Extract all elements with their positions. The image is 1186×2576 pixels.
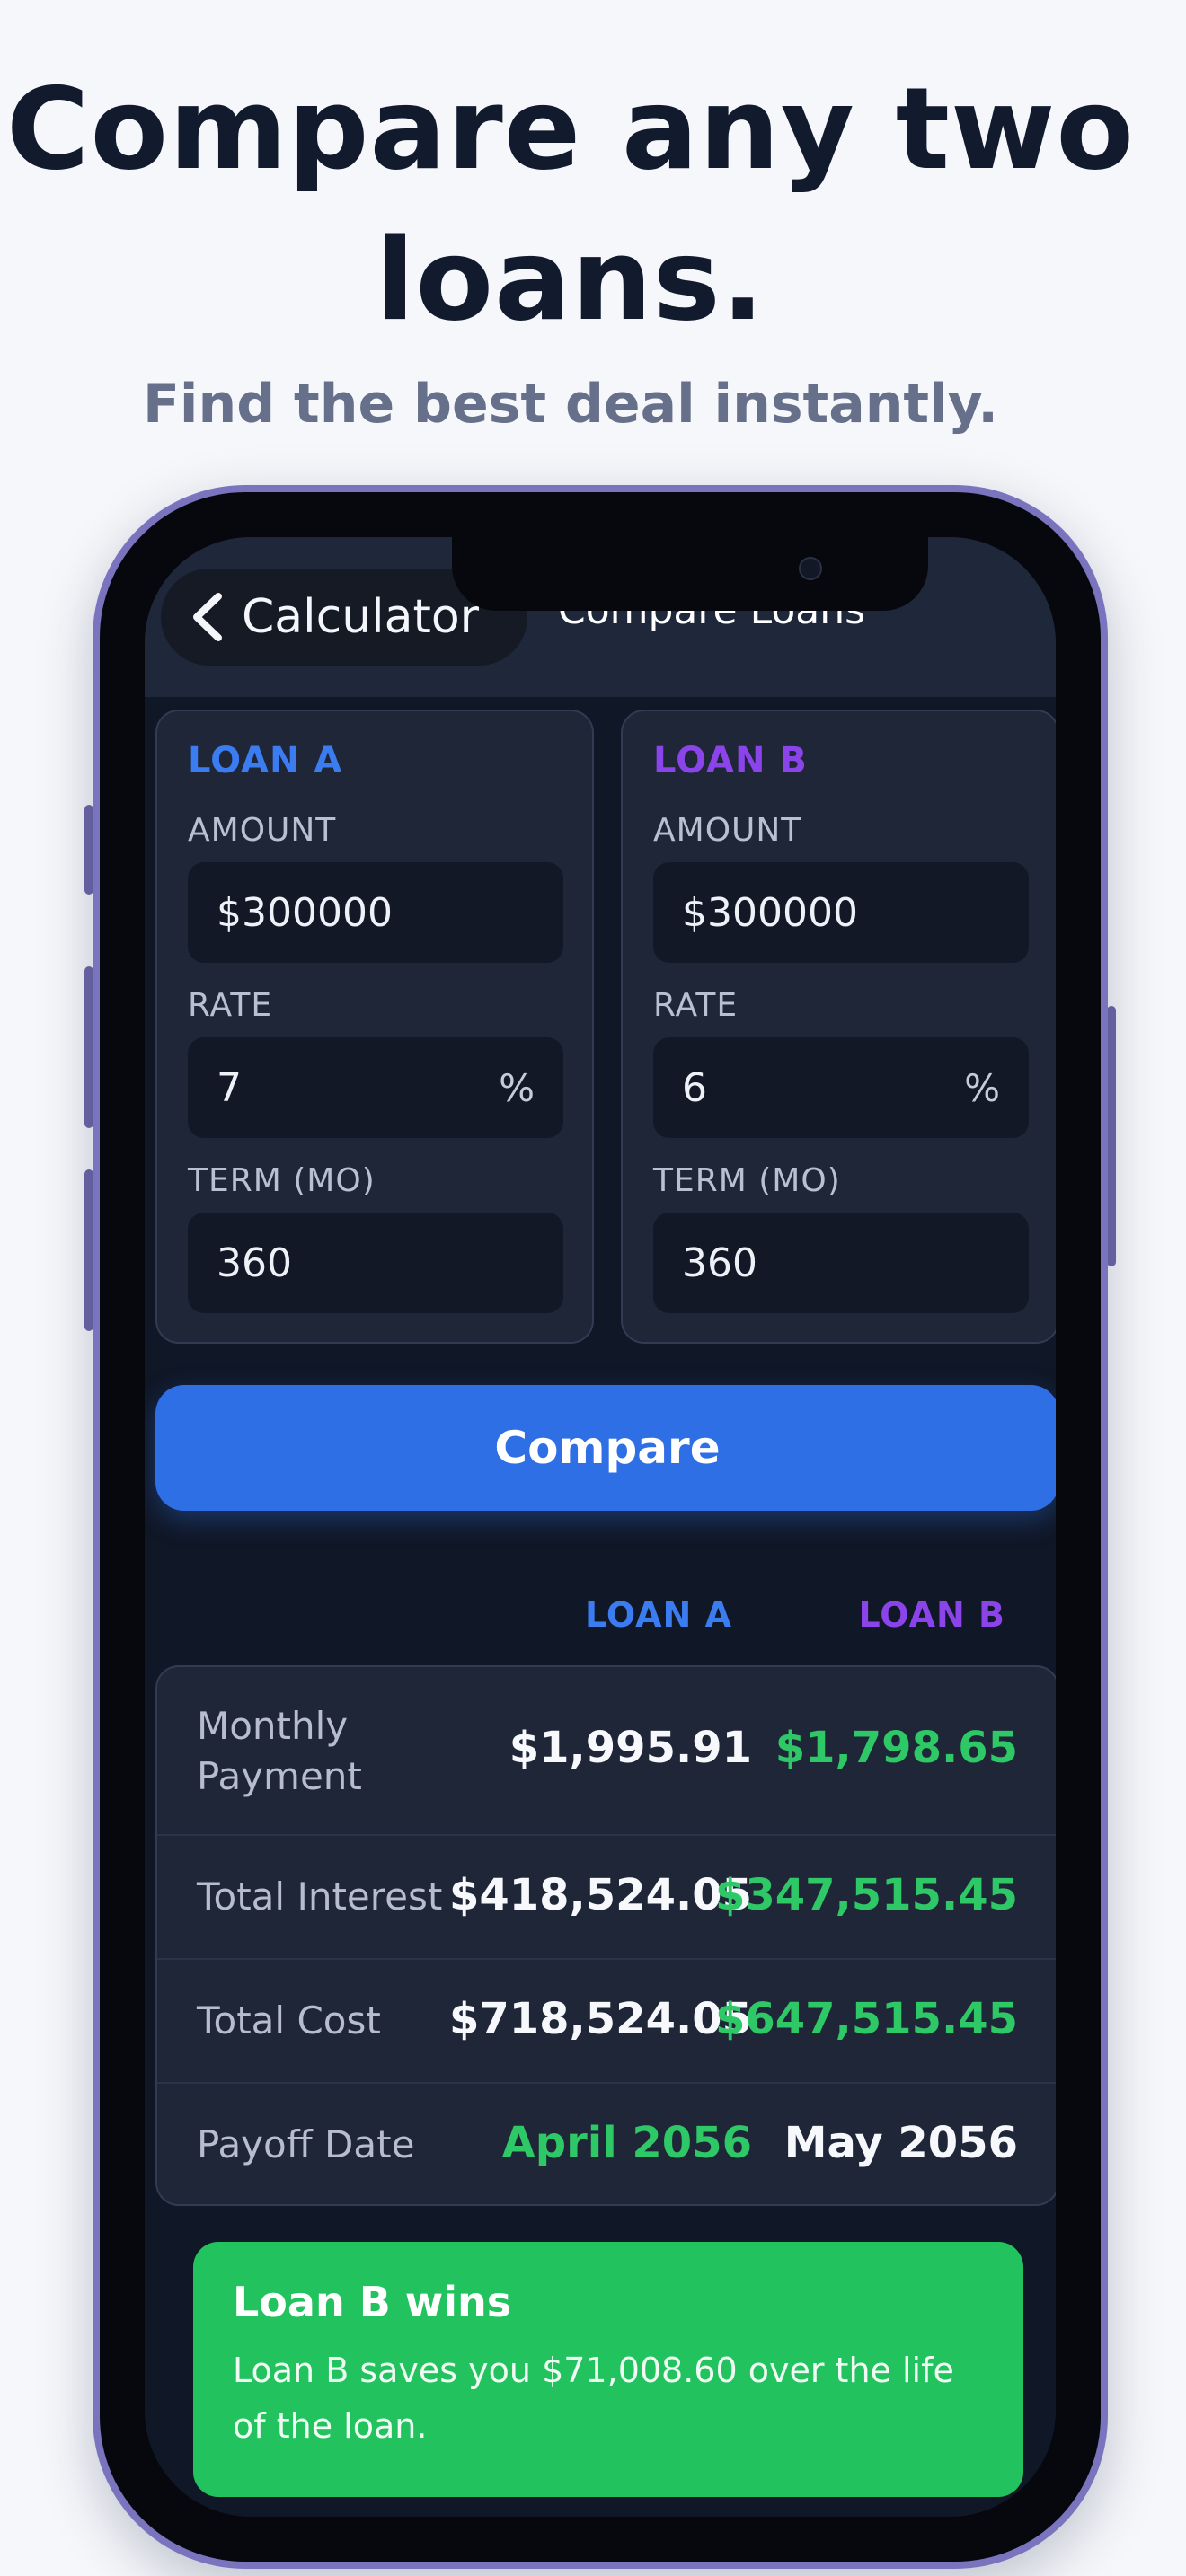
- loan-b-title: LOAN B: [653, 740, 808, 781]
- loan-a-amount-field[interactable]: $300000: [188, 862, 563, 963]
- headline-line-1: Compare any two: [6, 63, 1135, 195]
- camera-icon: [799, 557, 822, 580]
- loan-a-amount-label: AMOUNT: [188, 812, 337, 849]
- marketing-headline: Compare any two loans.: [0, 54, 1141, 356]
- phone-bezel: Calculator Compare Loans LOAN A AMOUNT $…: [100, 492, 1101, 2562]
- results-column-header-loan-b: LOAN B: [858, 1595, 1005, 1635]
- loan-a-term-value: 360: [217, 1239, 292, 1286]
- loan-b-amount-value: $300000: [682, 889, 858, 936]
- loan-a-rate-value: 7: [217, 1064, 242, 1111]
- winner-title: Loan B wins: [233, 2278, 512, 2326]
- results-table: Monthly Payment $1,995.91 $1,798.65 Tota…: [155, 1665, 1056, 2206]
- phone-power-button: [1107, 1006, 1116, 1266]
- total-interest-loan-a: $418,524.05: [448, 1870, 752, 1920]
- headline-line-2: loans.: [376, 214, 766, 346]
- loan-b-rate-field[interactable]: 6 %: [653, 1037, 1029, 1138]
- monthly-payment-label-line-1: Monthly: [197, 1704, 349, 1748]
- payoff-date-loan-a: April 2056: [501, 2118, 752, 2168]
- winner-description: Loan B saves you $71,008.60 over the lif…: [233, 2351, 954, 2446]
- loan-b-amount-label: AMOUNT: [653, 812, 802, 849]
- loan-a-rate-field[interactable]: 7 %: [188, 1037, 563, 1138]
- loan-a-percent-suffix: %: [499, 1065, 535, 1110]
- loan-b-term-label: TERM (MO): [653, 1162, 841, 1199]
- monthly-payment-row: Monthly Payment $1,995.91 $1,798.65: [157, 1667, 1056, 1836]
- loan-a-title: LOAN A: [188, 740, 343, 781]
- loan-a-term-label: TERM (MO): [188, 1162, 376, 1199]
- monthly-payment-label: Monthly Payment: [197, 1701, 362, 1802]
- loan-b-percent-suffix: %: [964, 1065, 1000, 1110]
- loan-b-rate-value: 6: [682, 1064, 707, 1111]
- monthly-payment-label-line-2: Payment: [197, 1754, 362, 1798]
- payoff-date-label: Payoff Date: [197, 2122, 415, 2166]
- monthly-payment-loan-a: $1,995.91: [509, 1723, 752, 1773]
- loan-b-rate-label: RATE: [653, 987, 739, 1024]
- dynamic-island-notch: [452, 537, 928, 611]
- monthly-payment-loan-b: $1,798.65: [774, 1723, 1018, 1773]
- back-button-label: Calculator: [242, 590, 480, 644]
- phone-frame: Calculator Compare Loans LOAN A AMOUNT $…: [93, 485, 1108, 2569]
- total-cost-loan-a: $718,524.05: [448, 1994, 752, 2044]
- winner-banner: Loan B wins Loan B saves you $71,008.60 …: [193, 2242, 1023, 2497]
- results-column-header-loan-a: LOAN A: [585, 1595, 732, 1635]
- total-interest-loan-b: $347,515.45: [714, 1870, 1018, 1920]
- marketing-subheadline: Find the best deal instantly.: [142, 373, 999, 436]
- total-cost-row: Total Cost $718,524.05 $647,515.45: [157, 1960, 1056, 2084]
- total-cost-loan-b: $647,515.45: [714, 1994, 1018, 2044]
- loan-a-term-field[interactable]: 360: [188, 1213, 563, 1313]
- total-interest-label: Total Interest: [197, 1875, 443, 1919]
- loan-b-input-card: LOAN B AMOUNT $300000 RATE 6 % TERM (MO)…: [621, 710, 1056, 1344]
- payoff-date-row: Payoff Date April 2056 May 2056: [157, 2084, 1056, 2204]
- payoff-date-loan-b: May 2056: [783, 2118, 1018, 2168]
- loan-a-input-card: LOAN A AMOUNT $300000 RATE 7 % TERM (MO)…: [155, 710, 594, 1344]
- loan-a-rate-label: RATE: [188, 987, 273, 1024]
- total-cost-label: Total Cost: [197, 1998, 381, 2042]
- chevron-left-icon: [193, 593, 222, 641]
- loan-a-amount-value: $300000: [217, 889, 393, 936]
- total-interest-row: Total Interest $418,524.05 $347,515.45: [157, 1836, 1056, 1960]
- compare-button[interactable]: Compare: [155, 1385, 1056, 1511]
- loan-b-amount-field[interactable]: $300000: [653, 862, 1029, 963]
- app-screen: Calculator Compare Loans LOAN A AMOUNT $…: [145, 537, 1056, 2517]
- loan-b-term-value: 360: [682, 1239, 757, 1286]
- loan-b-term-field[interactable]: 360: [653, 1213, 1029, 1313]
